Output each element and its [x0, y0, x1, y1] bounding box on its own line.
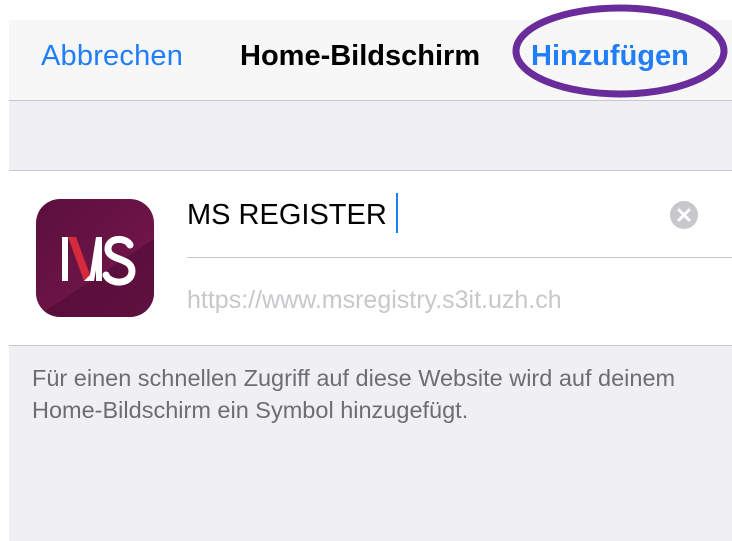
text-cursor: [396, 193, 398, 233]
app-entry-card: MS https://www.msregistry.s3it.uzh.ch: [9, 170, 732, 346]
navigation-bar: Abbrechen Home-Bildschirm Hinzufügen: [9, 20, 732, 101]
top-strip: [0, 0, 732, 20]
edge-strip: [0, 0, 9, 541]
nav-title: Home-Bildschirm: [240, 40, 481, 72]
cancel-button[interactable]: Abbrechen: [41, 40, 183, 73]
clear-x-icon[interactable]: [670, 201, 698, 229]
field-divider: [187, 257, 732, 258]
app-name-field[interactable]: [187, 193, 667, 237]
app-icon: MS: [36, 199, 154, 317]
app-url: https://www.msregistry.s3it.uzh.ch: [187, 286, 562, 314]
description-text: Für einen schnellen Zugriff auf diese We…: [32, 365, 676, 423]
add-to-home-screen-dialog: Abbrechen Home-Bildschirm Hinzufügen MS …: [0, 0, 732, 541]
add-button[interactable]: Hinzufügen: [531, 40, 689, 73]
section-gap: [9, 101, 732, 170]
